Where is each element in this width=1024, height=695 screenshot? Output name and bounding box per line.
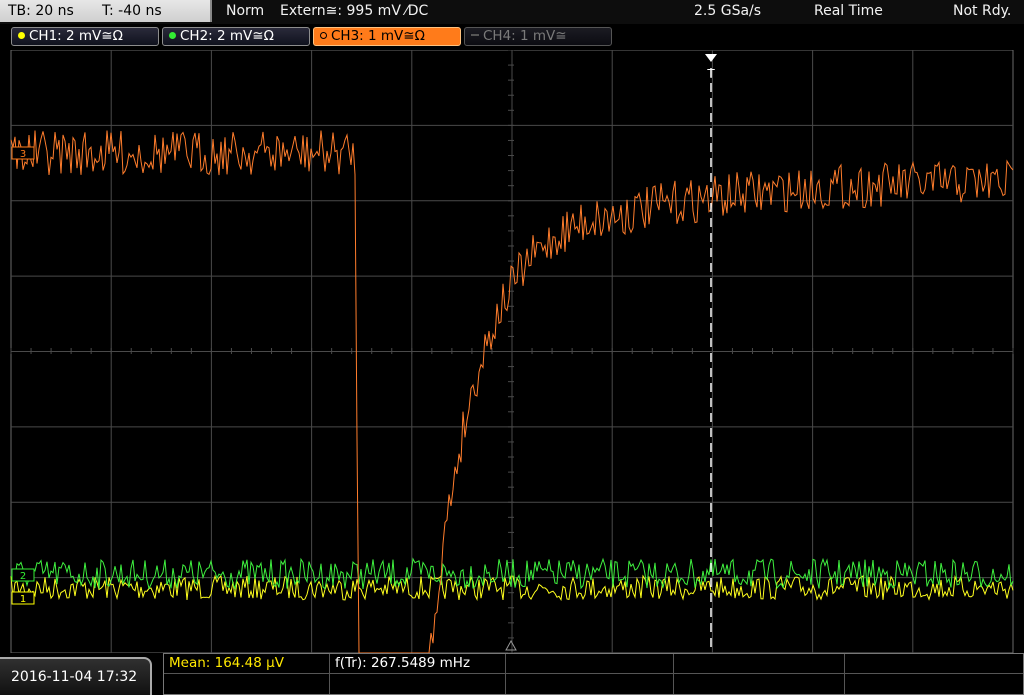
- channel-1-button[interactable]: CH1: 2 mV≅Ω: [11, 27, 159, 46]
- channel-1-dot-icon: [18, 32, 25, 39]
- measurement-slot-3[interactable]: [506, 654, 674, 674]
- acquisition-mode[interactable]: Real Time: [814, 0, 883, 22]
- measurement-slot-5[interactable]: [845, 654, 1023, 674]
- measurement-panel: Mean: 164.48 µV f(Tr): 267.5489 mHz: [163, 653, 1024, 695]
- measurement-slot-7[interactable]: [330, 674, 506, 694]
- channel-4-button[interactable]: CH4: 1 mV≅: [464, 27, 612, 46]
- ch2-marker-label: 2: [20, 571, 26, 582]
- timebase-value[interactable]: TB: 20 ns: [8, 0, 74, 22]
- date-time[interactable]: 2016-11-04 17:32: [0, 657, 152, 695]
- channel-bar: CH1: 2 mV≅Ω CH2: 2 mV≅Ω CH3: 1 mV≅Ω CH4:…: [0, 24, 1024, 50]
- measurement-frequency[interactable]: f(Tr): 267.5489 mHz: [330, 654, 506, 674]
- ch3-marker-label: 3: [20, 149, 26, 160]
- status-bar: TB: 20 ns T: -40 ns Norm Extern≅: 995 mV…: [0, 0, 1024, 24]
- channel-2-button[interactable]: CH2: 2 mV≅Ω: [162, 27, 310, 46]
- measurement-slot-6[interactable]: [164, 674, 330, 694]
- measurement-slot-4[interactable]: [674, 654, 845, 674]
- channel-3-label: CH3: 1 mV≅Ω: [331, 28, 425, 44]
- channel-4-label: CH4: 1 mV≅: [483, 28, 567, 44]
- trigger-offset-value[interactable]: T: -40 ns: [102, 0, 162, 22]
- waveform-display[interactable]: T 3 2 1: [0, 50, 1024, 653]
- channel-2-dot-icon: [169, 32, 176, 39]
- channel-1-label: CH1: 2 mV≅Ω: [29, 28, 123, 44]
- channel-3-button[interactable]: CH3: 1 mV≅Ω: [313, 27, 461, 46]
- ch3-offset-marker[interactable]: 3: [11, 146, 35, 160]
- measurement-slot-8[interactable]: [506, 674, 674, 694]
- measurement-slot-9[interactable]: [674, 674, 845, 694]
- measurement-mean[interactable]: Mean: 164.48 µV: [164, 654, 330, 674]
- channel-3-dot-icon: [320, 32, 327, 39]
- measurement-slot-10[interactable]: [845, 674, 1023, 694]
- ch1-marker-label: 1: [20, 594, 26, 605]
- run-status: Not Rdy.: [953, 3, 1012, 19]
- trigger-marker-label: T: [706, 67, 715, 81]
- channel-2-label: CH2: 2 mV≅Ω: [180, 28, 274, 44]
- trigger-source[interactable]: Extern≅: 995 mV ⁄DC: [280, 0, 428, 22]
- timebase-box[interactable]: TB: 20 ns T: -40 ns: [0, 0, 212, 22]
- ch1-offset-marker[interactable]: 1: [11, 591, 35, 605]
- channel-4-dot-icon: [471, 34, 479, 36]
- ch2-offset-marker[interactable]: 2: [11, 568, 35, 582]
- trigger-mode[interactable]: Norm: [226, 0, 264, 22]
- footer-bar: 2016-11-04 17:32 Mean: 164.48 µV f(Tr): …: [0, 653, 1024, 695]
- sample-rate[interactable]: 2.5 GSa/s: [694, 0, 761, 22]
